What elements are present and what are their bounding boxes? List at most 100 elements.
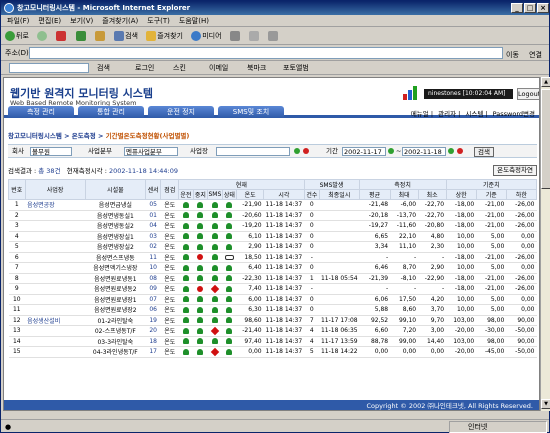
history-button[interactable]: [229, 27, 241, 45]
table-row[interactable]: 15 04-3라인냉동T/F 17 온도 0,00 11-18 14:37 5 11-18 1…: [8, 346, 537, 358]
scroll-down-button[interactable]: ▼: [541, 399, 550, 409]
to-date-input[interactable]: 2002-11-18: [402, 147, 446, 156]
to-calendar-icon[interactable]: [448, 148, 454, 154]
bookmark-link[interactable]: 북마크: [247, 61, 266, 75]
from-calendar-icon[interactable]: [388, 148, 394, 154]
password-link[interactable]: Password변경: [493, 110, 535, 118]
table-row[interactable]: 14 03-3라인탈숙 18 온도 97,40 11-18 14:37 4 11-17 13:…: [8, 336, 537, 347]
site-name[interactable]: [25, 336, 86, 347]
table-row[interactable]: 11 음성면원료냉장2 06 온도 6,30 11-18 14:37 0 5,88 8,60 3,…: [8, 304, 537, 316]
date-clear-icon[interactable]: [457, 148, 463, 154]
logout-button[interactable]: Logout: [517, 88, 539, 100]
sensor-id[interactable]: 03: [145, 231, 161, 242]
manual-link[interactable]: 메뉴얼: [411, 110, 429, 118]
sensor-id[interactable]: 07: [145, 294, 161, 305]
sensor-id[interactable]: 05: [145, 199, 161, 211]
address-input[interactable]: [29, 47, 503, 59]
menu-favorites[interactable]: 즐겨찾기(A): [102, 17, 138, 25]
site-cancel-icon[interactable]: [303, 148, 309, 154]
site-name[interactable]: [25, 220, 86, 232]
site-name[interactable]: 음성생산설비: [25, 315, 86, 326]
table-row[interactable]: 5 음성면냉장실2 02 온도 2,90 11-18 14:37 0 3,34 11,10 2,3…: [8, 241, 537, 253]
site-name[interactable]: [25, 304, 86, 316]
toolbar-search-button[interactable]: 검색: [97, 61, 110, 75]
tab-measure[interactable]: 측정 관리: [8, 106, 74, 118]
refresh-button[interactable]: [75, 27, 87, 45]
menu-help[interactable]: 도움말(H): [179, 17, 209, 25]
table-row[interactable]: 8 음성면원료냉동1 08 온도 -22,30 11-18 14:37 1 11-18 05:…: [8, 273, 537, 284]
site-name[interactable]: [25, 294, 86, 305]
table-row[interactable]: 7 음성면액기스냉장 10 온도 6,40 11-18 14:37 0 6,46 8,70 2,9…: [8, 262, 537, 274]
maximize-button[interactable]: □: [524, 3, 536, 13]
site-select[interactable]: [216, 147, 290, 156]
dept-select[interactable]: 멘퓨사업분부: [124, 147, 178, 156]
site-ok-icon[interactable]: [294, 148, 300, 154]
favorites-button[interactable]: 즐겨찾기: [146, 27, 183, 45]
from-date-input[interactable]: 2002-11-17: [342, 147, 386, 156]
site-name[interactable]: [25, 346, 86, 358]
menu-view[interactable]: 보기(V): [70, 17, 93, 25]
site-name[interactable]: [25, 325, 86, 337]
sensor-id[interactable]: 19: [145, 315, 161, 326]
site-name[interactable]: [25, 210, 86, 221]
minimize-button[interactable]: _: [511, 3, 523, 13]
sensor-id[interactable]: 02: [145, 241, 161, 253]
table-row[interactable]: 13 02-스프냉동T/F 20 온도 -21,40 11-18 14:37 4 11-18 …: [8, 325, 537, 337]
site-name[interactable]: [25, 283, 86, 295]
sensor-id[interactable]: 08: [145, 273, 161, 284]
table-row[interactable]: 10 음성면원료냉장1 07 온도 6,00 11-18 14:37 0 6,06 17,50 4…: [8, 294, 537, 305]
photo-album-link[interactable]: 포토앨범: [283, 61, 309, 75]
search-submit-button[interactable]: 검색: [474, 147, 494, 157]
site-name[interactable]: [25, 241, 86, 253]
menu-tools[interactable]: 도구(T): [147, 17, 170, 25]
stop-button[interactable]: [56, 27, 67, 45]
tab-integrated[interactable]: 통합 관리: [78, 106, 144, 118]
mail-button[interactable]: [248, 27, 260, 45]
site-name[interactable]: [25, 273, 86, 284]
print-button[interactable]: [268, 27, 279, 45]
table-row[interactable]: 1 음성면공장 음성면급냉실 05 온도 -21,90 11-18 14:37 0 -21,48…: [8, 199, 537, 211]
sensor-id[interactable]: 06: [145, 304, 161, 316]
sensor-id[interactable]: 20: [145, 325, 161, 337]
scroll-thumb[interactable]: [541, 89, 550, 189]
temp-refresh-button[interactable]: 온도측정차연: [493, 165, 537, 176]
site-name[interactable]: [25, 262, 86, 274]
sensor-id[interactable]: 17: [145, 346, 161, 358]
email-link[interactable]: 이메일: [209, 61, 228, 75]
back-button[interactable]: 뒤로: [5, 27, 29, 45]
toolbar-search-input[interactable]: [9, 63, 89, 73]
sensor-id[interactable]: 01: [145, 210, 161, 221]
admin-link[interactable]: 관리자: [438, 110, 456, 118]
login-link[interactable]: 로그인: [135, 61, 154, 75]
sensor-id[interactable]: 09: [145, 283, 161, 295]
sensor-id[interactable]: 10: [145, 262, 161, 274]
menu-file[interactable]: 파일(F): [7, 17, 29, 25]
close-button[interactable]: ×: [537, 3, 549, 13]
tab-sms[interactable]: SMS및 조치: [218, 106, 284, 118]
table-row[interactable]: 4 음성면냉장실1 03 온도 6,10 11-18 14:37 0 6,65 22,10 4,8…: [8, 231, 537, 242]
table-row[interactable]: 12 음성생산설비 01-2라인탈숙 19 온도 98,60 11-18 14:37 7 11-…: [8, 315, 537, 326]
media-button[interactable]: 미디어: [191, 27, 222, 45]
table-row[interactable]: 6 음성면스프냉동 11 온도 18,50 11-18 14:37- - - - -18,00 -2…: [8, 252, 537, 263]
site-name[interactable]: 음성면공장: [25, 199, 86, 211]
sensor-id[interactable]: 04: [145, 220, 161, 232]
site-name[interactable]: [25, 231, 86, 242]
site-name[interactable]: [25, 252, 86, 263]
skin-link[interactable]: 스킨: [173, 61, 186, 75]
system-link[interactable]: 시스템: [465, 110, 483, 118]
table-row[interactable]: 3 음성면냉동실2 04 온도 -19,20 11-18 14:37 0 -19,27 -11,…: [8, 220, 537, 232]
table-row[interactable]: 9 음성면원료냉동2 09 온도 7,40 11-18 14:37- - - - -18,00 -2…: [8, 283, 537, 295]
sensor-id[interactable]: 18: [145, 336, 161, 347]
green-status-icon: [182, 296, 189, 303]
scroll-up-button[interactable]: ▲: [541, 77, 550, 87]
tab-operation[interactable]: 운전 정지: [148, 106, 214, 118]
company-select[interactable]: 볼무원: [30, 147, 72, 156]
home-button[interactable]: [94, 27, 106, 45]
vertical-scrollbar[interactable]: ▲ ▼: [540, 77, 550, 411]
sensor-id[interactable]: 11: [145, 252, 161, 263]
stop-status: [193, 262, 208, 274]
search-button[interactable]: 검색: [114, 27, 138, 45]
menu-edit[interactable]: 편집(E): [38, 17, 61, 25]
forward-button[interactable]: [37, 27, 48, 45]
table-row[interactable]: 2 음성면냉동실1 01 온도 -20,60 11-18 14:37 0 -20,18 -13,…: [8, 210, 537, 221]
